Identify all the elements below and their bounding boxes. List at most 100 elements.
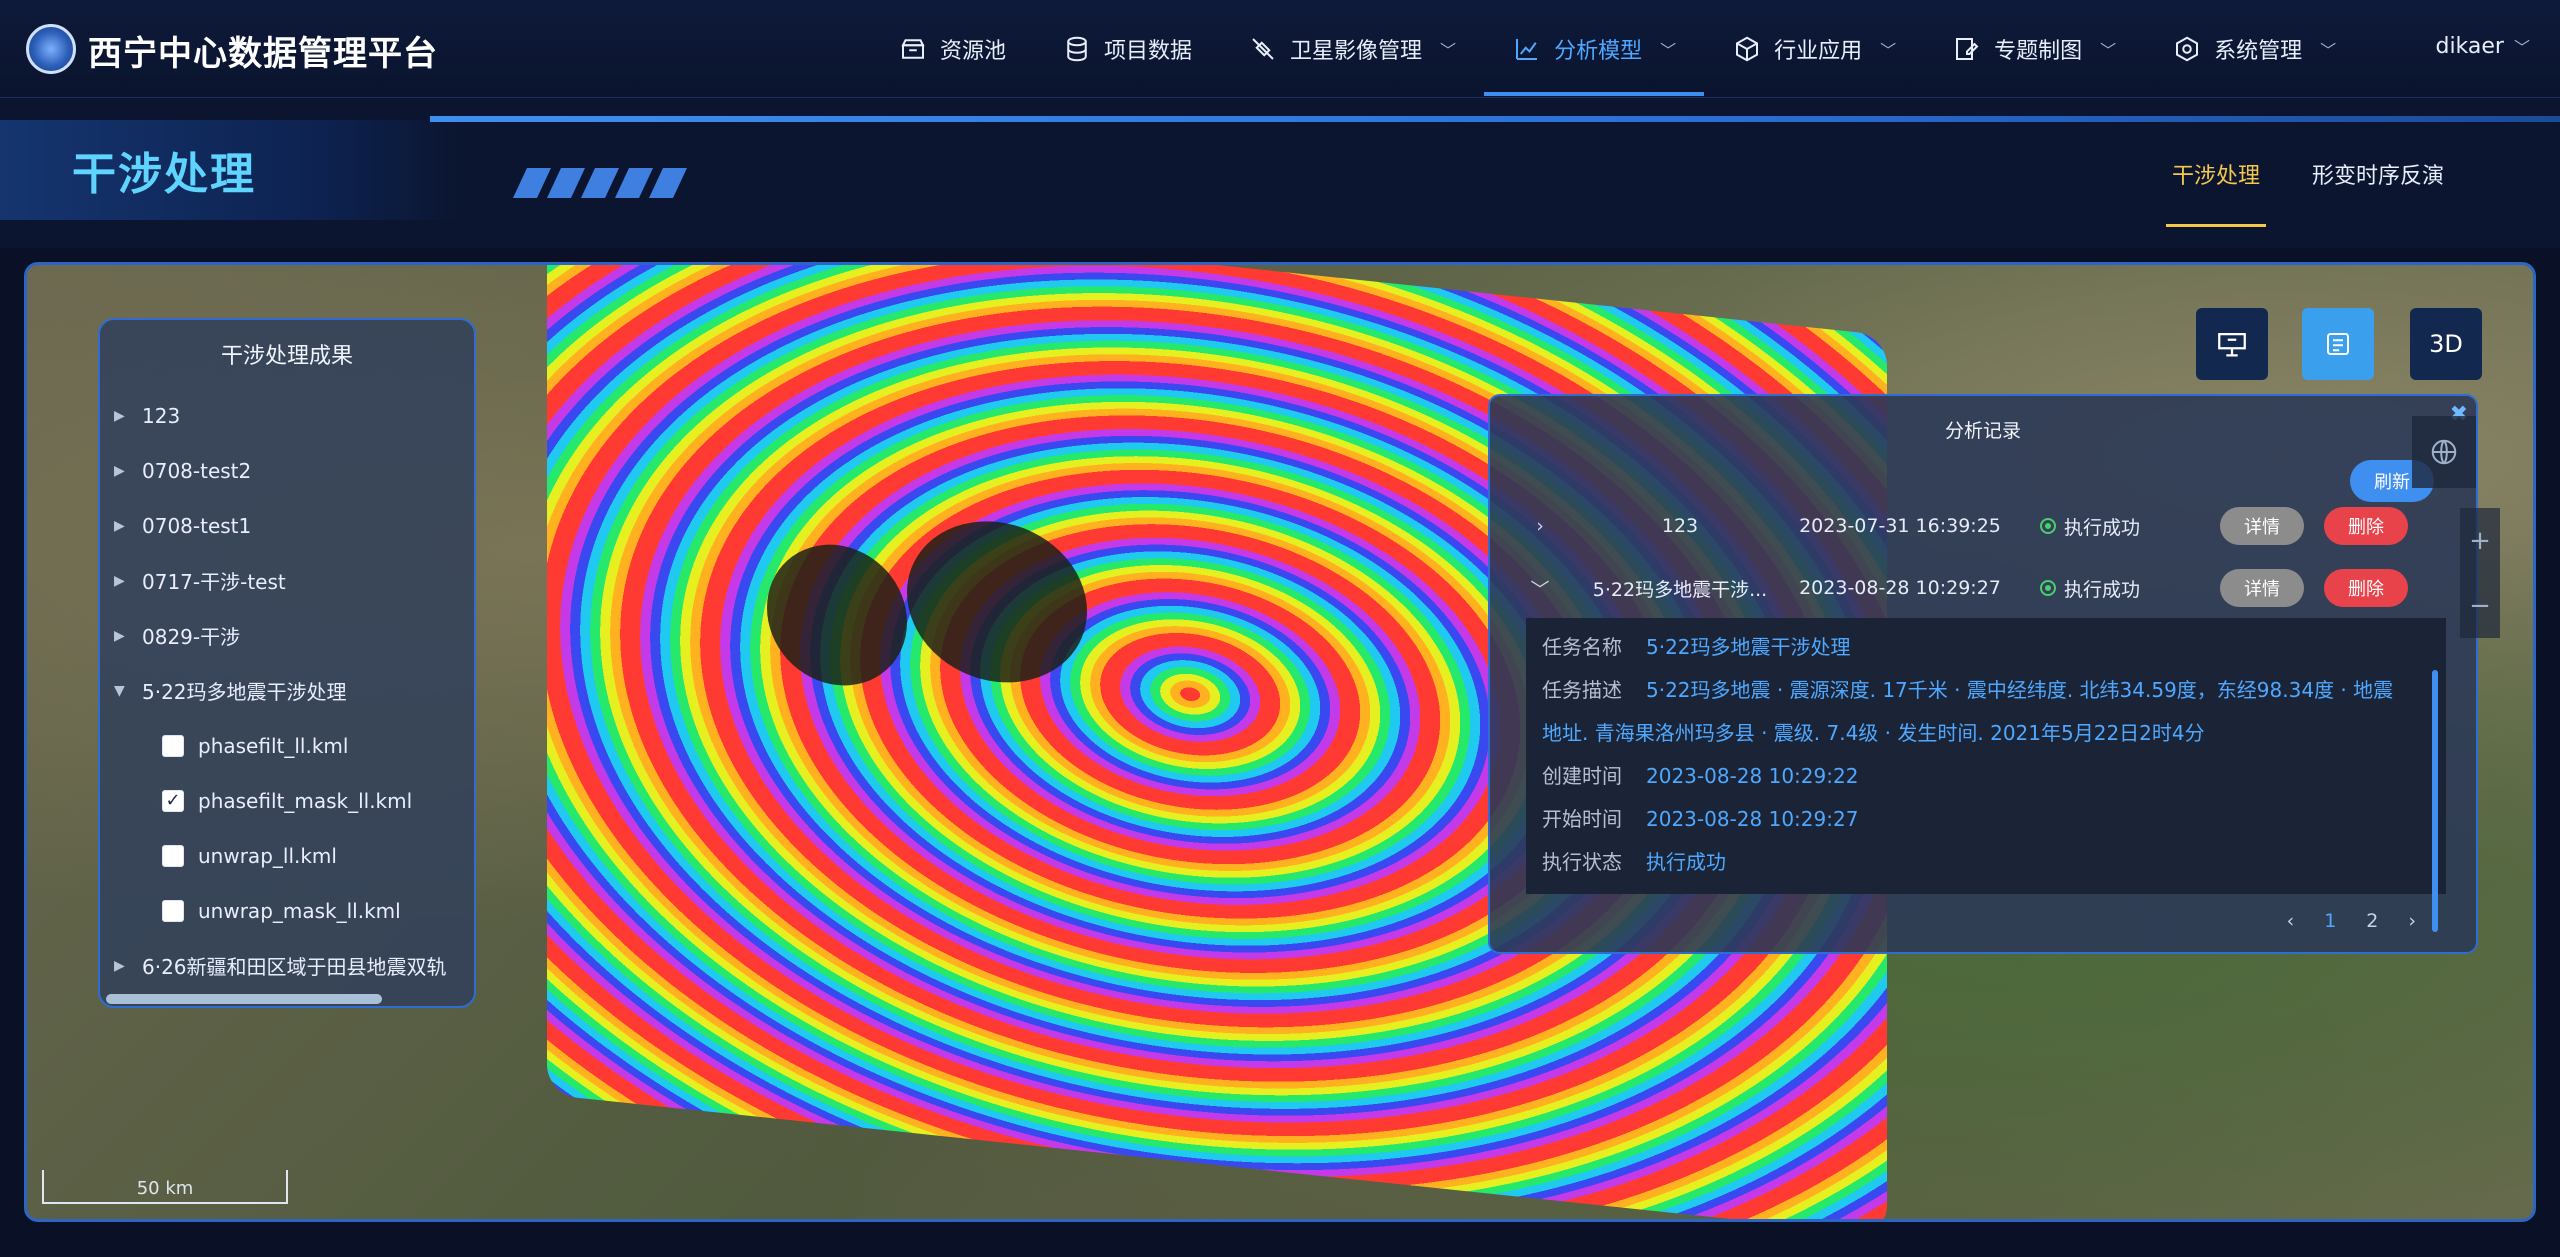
horizontal-scrollbar[interactable]	[106, 994, 382, 1004]
detail-value: 2023-08-28 10:29:27	[1646, 807, 1859, 831]
checkbox[interactable]	[162, 899, 184, 922]
detail-row-start: 开始时间 2023-08-28 10:29:27	[1526, 798, 2446, 841]
nav-label: 系统管理	[2214, 39, 2303, 64]
record-row: › 123 2023-07-31 16:39:25 执行成功 详情 删除	[1490, 496, 2450, 556]
page-1-button[interactable]: 1	[2324, 910, 2336, 932]
database-icon	[1067, 36, 1087, 62]
detail-row-created: 创建时间 2023-08-28 10:29:22	[1526, 755, 2446, 798]
record-time: 2023-07-31 16:39:25	[1799, 515, 2001, 537]
analysis-records-panel: 分析记录 ✖ 刷新 › 123 2023-07-31 16:39:25 执行成功…	[1488, 394, 2478, 954]
success-icon	[2040, 580, 2056, 596]
tree-item[interactable]: ▶ 0829-干涉	[100, 608, 474, 663]
zoom-out-icon[interactable]: −	[2469, 591, 2491, 621]
chevron-down-icon[interactable]: ﹀	[1490, 575, 1590, 602]
detail-row-name: 任务名称 5·22玛多地震干涉处理	[1526, 626, 2446, 669]
tree-item-expanded[interactable]: ▼ 5·22玛多地震干涉处理	[100, 663, 474, 718]
tree-child-item[interactable]: unwrap_ll.kml	[100, 828, 474, 883]
detail-row-state: 执行状态 执行成功	[1526, 841, 2446, 884]
tree-child-label: phasefilt_ll.kml	[198, 733, 349, 758]
checkbox-checked[interactable]: ✓	[162, 789, 184, 812]
tree-item-label: 0717-干涉-test	[142, 570, 286, 594]
tree-item-label: 0708-test1	[142, 513, 252, 538]
tab-deformation-inversion[interactable]: 形变时序反演	[2306, 158, 2450, 227]
tree-child-item[interactable]: unwrap_mask_ll.kml	[100, 883, 474, 938]
record-name: 5·22玛多地震干涉...	[1592, 578, 1768, 601]
prev-page-button[interactable]: ‹	[2287, 910, 2295, 932]
page-2-button[interactable]: 2	[2366, 910, 2378, 932]
results-panel-title: 干涉处理成果	[220, 344, 353, 369]
tree-child-label: unwrap_ll.kml	[198, 843, 337, 868]
chevron-down-icon: ﹀	[2100, 41, 2117, 60]
tree-item-label: 0708-test2	[142, 458, 252, 483]
checkbox[interactable]	[162, 844, 184, 867]
basemap-toggle[interactable]	[2412, 416, 2476, 488]
tree-item[interactable]: ▶ 0708-test1	[100, 498, 474, 553]
delete-button[interactable]: 删除	[2324, 569, 2408, 607]
detail-button[interactable]: 详情	[2220, 507, 2304, 545]
detail-value: 地址. 青海果洛州玛多县 · 震级. 7.4级 · 发生时间. 2021年5月2…	[1542, 721, 2205, 745]
status-text: 执行成功	[2064, 578, 2141, 601]
username: dikaer	[2435, 34, 2504, 59]
list-card-icon	[2327, 333, 2349, 355]
tree-child-label: unwrap_mask_ll.kml	[198, 898, 401, 923]
tree-child-item[interactable]: ✓ phasefilt_mask_ll.kml	[100, 773, 474, 828]
caret-right-icon: ▶	[114, 627, 125, 644]
tree-child-item[interactable]: phasefilt_ll.kml	[100, 718, 474, 773]
nav-item-satellite[interactable]: 卫星影像管理 ﹀	[1220, 0, 1484, 98]
records-toggle-button[interactable]	[2302, 308, 2374, 380]
record-detail: 任务名称 5·22玛多地震干涉处理 任务描述 5·22玛多地震 · 震源深度. 17…	[1526, 618, 2446, 894]
presentation-icon	[2218, 332, 2246, 357]
nav-item-project-data[interactable]: 项目数据	[1034, 0, 1220, 98]
detail-label: 执行状态	[1542, 850, 1622, 874]
tree-item[interactable]: ▶ 123	[100, 388, 474, 443]
tree-item-label: 6·26新疆和田区域于田县地震双轨	[142, 955, 447, 979]
nav-item-resource-pool[interactable]: 资源池	[870, 0, 1034, 98]
3d-button[interactable]: 3D	[2410, 308, 2482, 380]
nav-label: 行业应用	[1774, 39, 1863, 64]
satellite-icon	[1252, 38, 1274, 60]
nav-item-industry[interactable]: 行业应用 ﹀	[1704, 0, 1924, 98]
checkbox[interactable]	[162, 734, 184, 757]
delete-button[interactable]: 删除	[2324, 507, 2408, 545]
chevron-down-icon: ﹀	[2320, 41, 2337, 60]
page-header: 干涉处理 干涉处理 形变时序反演	[0, 98, 2560, 248]
header-line	[430, 116, 2560, 122]
tree-item-label: 123	[142, 403, 181, 428]
chart-icon	[1516, 39, 1538, 60]
chevron-down-icon: ﹀	[2513, 38, 2530, 57]
nav-item-thematic-mapping[interactable]: 专题制图 ﹀	[1924, 0, 2144, 98]
presentation-button[interactable]	[2196, 308, 2268, 380]
detail-label: 任务描述	[1542, 678, 1622, 702]
records-title: 分析记录	[1944, 420, 2021, 442]
status-text: 执行成功	[2064, 516, 2141, 539]
detail-label: 任务名称	[1542, 635, 1622, 659]
tree-item[interactable]: ▶ 0708-test2	[100, 443, 474, 498]
tree-item[interactable]: ▶ 0717-干涉-test	[100, 553, 474, 608]
pagination: ‹ 1 2 ›	[2287, 910, 2416, 932]
record-name: 123	[1661, 515, 1699, 537]
caret-right-icon: ▶	[114, 957, 125, 974]
detail-button[interactable]: 详情	[2220, 569, 2304, 607]
chevron-right-icon[interactable]: ›	[1490, 515, 1590, 537]
nav-label: 专题制图	[1994, 39, 2083, 64]
nav-item-system-management[interactable]: 系统管理 ﹀	[2144, 0, 2364, 98]
next-page-button[interactable]: ›	[2408, 910, 2416, 932]
detail-label: 创建时间	[1542, 764, 1622, 788]
detail-value: 执行成功	[1646, 850, 1726, 874]
globe-icon	[2431, 439, 2457, 465]
caret-right-icon: ▶	[114, 407, 125, 424]
top-navigation-bar: 西宁中心数据管理平台 资源池 项目数据 卫星影像管理 ﹀ 分析模型 ﹀ 行业应用…	[0, 0, 2560, 98]
brand-title: 西宁中心数据管理平台	[88, 34, 438, 74]
caret-right-icon: ▶	[114, 517, 125, 534]
tree-item-label: 0829-干涉	[142, 625, 241, 649]
user-menu[interactable]: dikaer ﹀	[2435, 34, 2530, 59]
nav-label: 卫星影像管理	[1290, 39, 1423, 64]
zoom-in-icon[interactable]: +	[2469, 526, 2491, 556]
vertical-scrollbar[interactable]	[2432, 670, 2438, 932]
main-nav: 资源池 项目数据 卫星影像管理 ﹀ 分析模型 ﹀ 行业应用 ﹀ 专题制图 ﹀ 系…	[870, 0, 2364, 98]
tab-interferometry[interactable]: 干涉处理	[2165, 158, 2266, 227]
nav-item-analysis-model[interactable]: 分析模型 ﹀	[1484, 0, 1705, 98]
success-icon	[2040, 518, 2056, 534]
caret-right-icon: ▶	[114, 462, 125, 479]
tree-item[interactable]: ▶ 6·26新疆和田区域于田县地震双轨	[100, 938, 474, 993]
